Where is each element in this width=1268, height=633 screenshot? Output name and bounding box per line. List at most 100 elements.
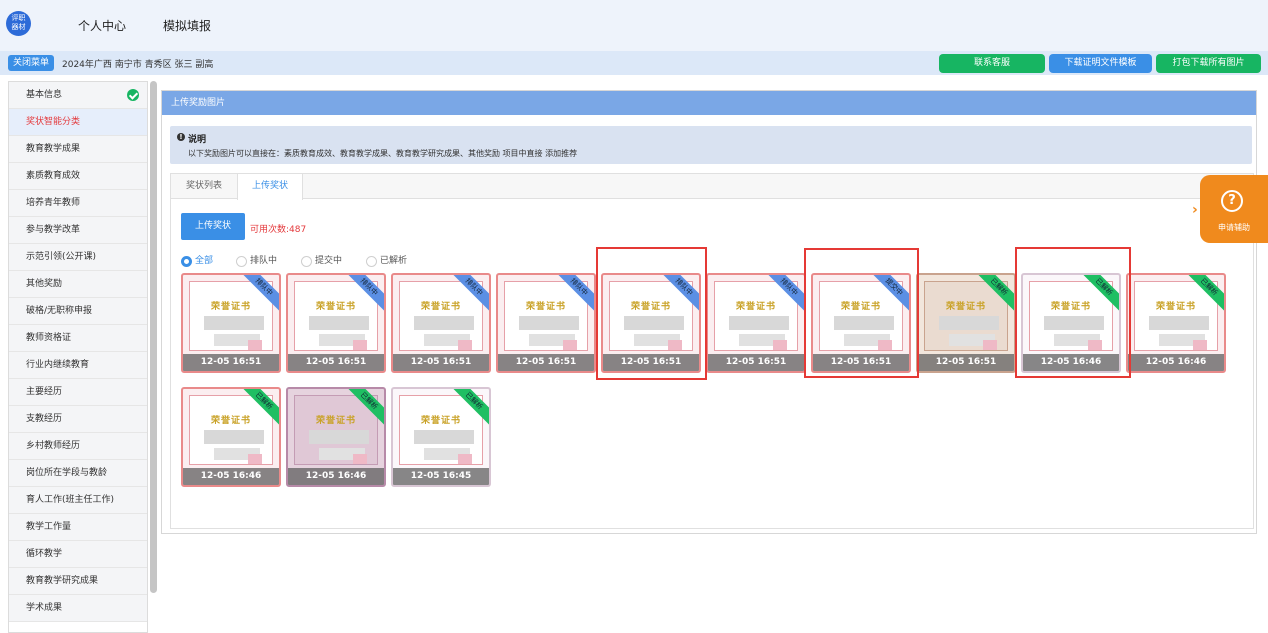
notice-title: 说明 xyxy=(188,135,207,145)
certificate-card[interactable]: 荣誉证书 已解析 12-05 16:51 xyxy=(916,273,1016,373)
certificate-title: 荣誉证书 xyxy=(315,302,356,312)
sidebar-item-cyclic-teaching[interactable]: 循环教学 xyxy=(9,541,147,568)
contact-service-button[interactable]: 联系客服 xyxy=(939,54,1045,73)
sidebar-item-label: 学术成果 xyxy=(26,603,63,613)
nav-personal-center[interactable]: 个人中心 xyxy=(78,17,126,34)
upload-award-button[interactable]: 上传奖状 xyxy=(181,213,245,240)
sidebar-item-label: 教育教学研究成果 xyxy=(26,576,99,586)
upload-time: 12-05 16:46 xyxy=(1128,354,1224,371)
sidebar-item-support-teaching[interactable]: 支教经历 xyxy=(9,406,147,433)
sidebar-item-label: 参与教学改革 xyxy=(26,225,81,235)
sidebar-item-label: 示范引领(公开课) xyxy=(26,252,97,262)
sidebar-scrollbar[interactable] xyxy=(150,81,157,593)
sidebar-item-label: 主要经历 xyxy=(26,387,63,397)
tab-upload-award[interactable]: 上传奖状 xyxy=(237,174,303,200)
logo-text-bottom: 器材 xyxy=(11,23,26,31)
certificate-card[interactable]: 荣誉证书 排队中 12-05 16:51 xyxy=(391,273,491,373)
tab-award-list[interactable]: 奖状列表 xyxy=(171,174,237,199)
sidebar-item-teaching-reform[interactable]: 参与教学改革 xyxy=(9,217,147,244)
sidebar-item-label: 育人工作(班主任工作) xyxy=(26,495,115,505)
download-template-button[interactable]: 下载证明文件模板 xyxy=(1049,54,1152,73)
logo-text-top: 评职 xyxy=(11,14,26,22)
blurred-content xyxy=(414,430,474,444)
stamp-mark xyxy=(458,454,472,464)
certificate-title: 荣誉证书 xyxy=(420,416,461,426)
usable-count: 可用次数:487 xyxy=(250,225,307,235)
close-menu-button[interactable]: 关闭菜单 xyxy=(8,55,55,71)
app-logo[interactable]: 评职 器材 xyxy=(6,11,31,36)
stamp-mark xyxy=(458,340,472,350)
nav-mock-fill[interactable]: 模拟填报 xyxy=(163,17,211,34)
sidebar-item-teaching-results[interactable]: 教育教学成果 xyxy=(9,136,147,163)
upload-time: 12-05 16:51 xyxy=(708,354,804,371)
blurred-content xyxy=(204,430,264,444)
stamp-mark xyxy=(248,454,262,464)
highlight-box xyxy=(1015,247,1131,378)
filter-queue-radio[interactable]: 排队中 xyxy=(236,255,277,267)
sidebar-item-label: 教学工作量 xyxy=(26,522,72,532)
sidebar-item-award-classify[interactable]: 奖状智能分类 xyxy=(9,109,147,136)
assist-button[interactable]: › ? 申请辅助 xyxy=(1192,175,1268,243)
stamp-mark xyxy=(248,340,262,350)
notice-text: 以下奖励图片可以直接在：素质教育成效、教育教学成果、教育教学研究成果、其他奖励 … xyxy=(188,149,578,158)
certificate-title: 荣誉证书 xyxy=(210,302,251,312)
sidebar-item-main-experience[interactable]: 主要经历 xyxy=(9,379,147,406)
filter-all-radio[interactable]: 全部 xyxy=(181,255,213,267)
sidebar-item-label: 其他奖励 xyxy=(26,279,63,289)
blurred-content xyxy=(729,316,789,330)
sidebar-item-basic-info[interactable]: 基本信息 xyxy=(9,82,147,109)
certificate-card[interactable]: 荣誉证书 排队中 12-05 16:51 xyxy=(286,273,386,373)
upload-time: 12-05 16:51 xyxy=(288,354,384,371)
blurred-content xyxy=(309,430,369,444)
certificate-card[interactable]: 荣誉证书 已解析 12-05 16:46 xyxy=(181,387,281,487)
sidebar-item-label: 行业内继续教育 xyxy=(26,360,90,370)
sidebar-item-class-teacher[interactable]: 育人工作(班主任工作) xyxy=(9,487,147,514)
certificate-card[interactable]: 荣誉证书 排队中 12-05 16:51 xyxy=(496,273,596,373)
download-all-images-button[interactable]: 打包下载所有图片 xyxy=(1156,54,1261,73)
upload-time: 12-05 16:45 xyxy=(393,468,489,485)
stamp-mark xyxy=(563,340,577,350)
sidebar-item-workload[interactable]: 教学工作量 xyxy=(9,514,147,541)
upload-time: 12-05 16:46 xyxy=(288,468,384,485)
sidebar-item-other-awards[interactable]: 其他奖励 xyxy=(9,271,147,298)
stamp-mark xyxy=(983,340,997,350)
upload-time: 12-05 16:46 xyxy=(183,468,279,485)
certificate-title: 荣誉证书 xyxy=(525,302,566,312)
sidebar-item-rural-teacher[interactable]: 乡村教师经历 xyxy=(9,433,147,460)
stamp-mark xyxy=(353,340,367,350)
sidebar-item-label: 破格/无职称申报 xyxy=(26,306,93,316)
certificate-title: 荣誉证书 xyxy=(315,416,356,426)
certificate-card[interactable]: 荣誉证书 已解析 12-05 16:46 xyxy=(286,387,386,487)
sidebar-item-research-results[interactable]: 教育教学研究成果 xyxy=(9,568,147,595)
question-icon: ? xyxy=(1221,190,1243,212)
certificate-card[interactable]: 荣誉证书 已解析 12-05 16:45 xyxy=(391,387,491,487)
highlight-box xyxy=(596,247,707,380)
sidebar-item-train-young-teachers[interactable]: 培养青年教师 xyxy=(9,190,147,217)
filter-parsed-radio[interactable]: 已解析 xyxy=(366,255,407,267)
stamp-mark xyxy=(353,454,367,464)
check-circle-icon xyxy=(127,89,139,101)
tab-bar: 奖状列表 上传奖状 xyxy=(171,174,1253,200)
certificate-title: 荣誉证书 xyxy=(210,416,251,426)
sidebar-item-label: 素质教育成效 xyxy=(26,171,81,181)
sidebar-item-continuing-education[interactable]: 行业内继续教育 xyxy=(9,352,147,379)
upload-time: 12-05 16:51 xyxy=(183,354,279,371)
sidebar-item-label: 教育教学成果 xyxy=(26,144,81,154)
upload-time: 12-05 16:51 xyxy=(393,354,489,371)
certificate-card[interactable]: 荣誉证书 已解析 12-05 16:46 xyxy=(1126,273,1226,373)
assist-label: 申请辅助 xyxy=(1218,223,1250,232)
certificate-title: 荣誉证书 xyxy=(945,302,986,312)
certificate-card[interactable]: 荣誉证书 排队中 12-05 16:51 xyxy=(706,273,806,373)
sidebar-item-open-class[interactable]: 示范引领(公开课) xyxy=(9,244,147,271)
sidebar-item-post-stage[interactable]: 岗位所在学段与教龄 xyxy=(9,460,147,487)
certificate-card[interactable]: 荣誉证书 排队中 12-05 16:51 xyxy=(181,273,281,373)
blurred-content xyxy=(309,316,369,330)
filter-submitting-radio[interactable]: 提交中 xyxy=(301,255,342,267)
sidebar-item-exceptional[interactable]: 破格/无职称申报 xyxy=(9,298,147,325)
upload-time: 12-05 16:51 xyxy=(918,354,1014,371)
sidebar-item-academic[interactable]: 学术成果 xyxy=(9,595,147,622)
sidebar-item-label: 教师资格证 xyxy=(26,333,72,343)
sidebar-item-quality-education[interactable]: 素质教育成效 xyxy=(9,163,147,190)
sidebar-item-teacher-cert[interactable]: 教师资格证 xyxy=(9,325,147,352)
stamp-mark xyxy=(773,340,787,350)
